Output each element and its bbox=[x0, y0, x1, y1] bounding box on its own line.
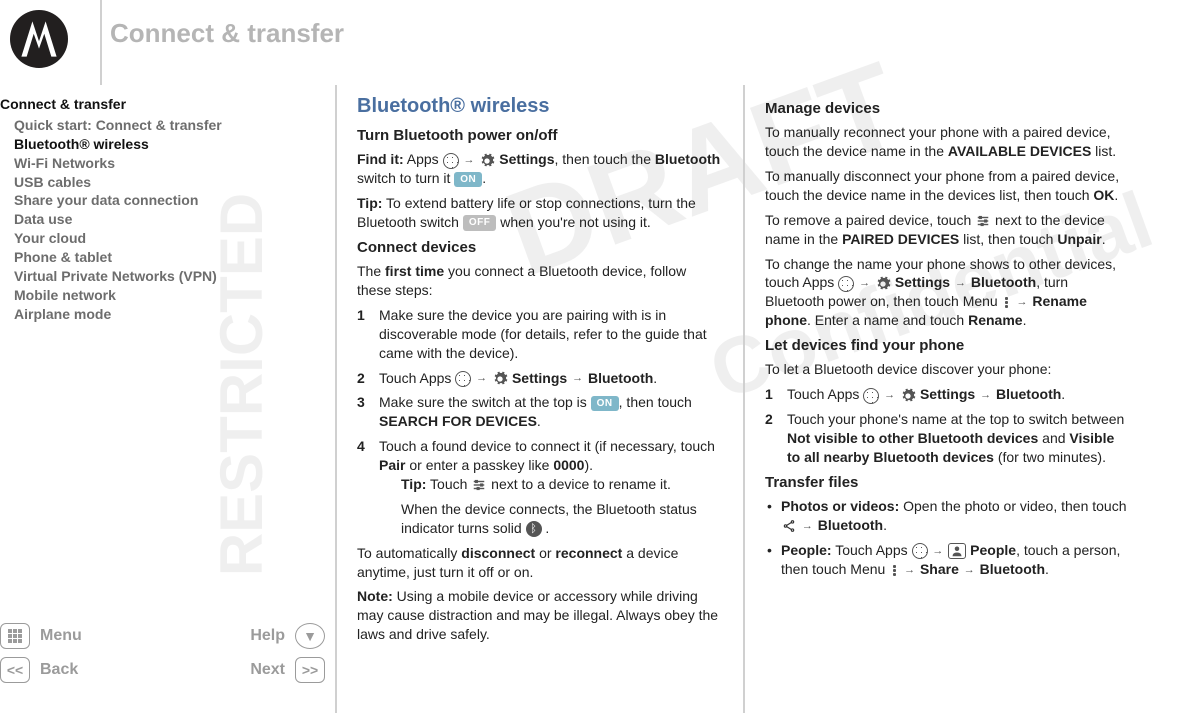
menu-dots-icon bbox=[889, 562, 899, 578]
apps-icon bbox=[443, 153, 459, 169]
arrow-icon: → bbox=[1016, 296, 1029, 308]
nav-item-data-use[interactable]: Data use bbox=[0, 210, 325, 229]
menu-dots-icon bbox=[1002, 295, 1012, 311]
lf-step-1: Touch Apps → Settings → Bluetooth. bbox=[765, 385, 1131, 404]
heading-bluetooth-wireless: Bluetooth® wireless bbox=[357, 93, 723, 120]
arrow-icon: → bbox=[475, 372, 488, 384]
heading-turn-power: Turn Bluetooth power on/off bbox=[357, 126, 723, 146]
step-1: Make sure the device you are pairing wit… bbox=[357, 306, 723, 363]
nav-item-mobile-network[interactable]: Mobile network bbox=[0, 286, 325, 305]
nav-item-share-data[interactable]: Share your data connection bbox=[0, 191, 325, 210]
header: Connect & transfer bbox=[0, 0, 1178, 85]
menu-grid-icon[interactable] bbox=[0, 623, 30, 649]
arrow-icon: → bbox=[462, 154, 475, 166]
find-it-label: Find it: bbox=[357, 151, 404, 167]
header-divider bbox=[100, 0, 102, 85]
share-icon bbox=[781, 518, 797, 534]
first-time-line: The first time you connect a Bluetooth d… bbox=[357, 262, 723, 300]
nav-item-quick-start[interactable]: Quick start: Connect & transfer bbox=[0, 116, 325, 135]
bullet-photos: Photos or videos: Open the photo or vide… bbox=[765, 497, 1131, 535]
manage-p2: To manually disconnect your phone from a… bbox=[765, 167, 1131, 205]
find-it-line: Find it: Apps → Settings, then touch the… bbox=[357, 150, 723, 188]
content-column-1: Bluetooth® wireless Turn Bluetooth power… bbox=[337, 85, 743, 713]
connect-steps: Make sure the device you are pairing wit… bbox=[357, 306, 723, 538]
sliders-icon bbox=[471, 477, 487, 493]
page-title: Connect & transfer bbox=[110, 18, 344, 49]
step-4: Touch a found device to connect it (if n… bbox=[357, 437, 723, 537]
next-button[interactable]: Next bbox=[215, 661, 285, 679]
on-pill: ON bbox=[591, 396, 619, 412]
note-line: Note: Using a mobile device or accessory… bbox=[357, 587, 723, 644]
apps-icon bbox=[455, 371, 471, 387]
bullet-people: People: Touch Apps → People, touch a per… bbox=[765, 541, 1131, 579]
arrow-icon: → bbox=[979, 389, 992, 401]
nav-item-phone-tablet[interactable]: Phone & tablet bbox=[0, 248, 325, 267]
nav-item-airplane[interactable]: Airplane mode bbox=[0, 305, 325, 324]
sliders-icon bbox=[975, 213, 991, 229]
let-find-intro: To let a Bluetooth device discover your … bbox=[765, 360, 1131, 379]
sidebar: Connect & transfer Quick start: Connect … bbox=[0, 85, 335, 713]
help-down-icon[interactable]: ▼ bbox=[295, 623, 325, 649]
arrow-icon: → bbox=[931, 545, 944, 557]
disconnect-line: To automatically disconnect or reconnect… bbox=[357, 544, 723, 582]
back-button[interactable]: Back bbox=[40, 661, 110, 679]
gear-icon bbox=[479, 153, 495, 169]
help-button[interactable]: Help bbox=[215, 627, 285, 645]
lf-step-2: Touch your phone's name at the top to sw… bbox=[765, 410, 1131, 467]
step-2: Touch Apps → Settings → Bluetooth. bbox=[357, 369, 723, 388]
heading-let-find: Let devices find your phone bbox=[765, 336, 1131, 356]
heading-connect-devices: Connect devices bbox=[357, 238, 723, 258]
nav-item-cloud[interactable]: Your cloud bbox=[0, 229, 325, 248]
apps-icon bbox=[912, 543, 928, 559]
gear-icon bbox=[900, 388, 916, 404]
transfer-bullets: Photos or videos: Open the photo or vide… bbox=[765, 497, 1131, 579]
arrow-icon: → bbox=[883, 389, 896, 401]
footer-nav: Menu Help ▼ << Back Next >> bbox=[0, 615, 325, 703]
tip-line: Tip: To extend battery life or stop conn… bbox=[357, 194, 723, 232]
arrow-icon: → bbox=[903, 564, 916, 576]
nav-item-vpn[interactable]: Virtual Private Networks (VPN) bbox=[0, 267, 325, 286]
step-4-tip: Tip: Touch next to a device to rename it… bbox=[379, 475, 723, 494]
step-4-solid: When the device connects, the Bluetooth … bbox=[379, 500, 723, 538]
manage-p3: To remove a paired device, touch next to… bbox=[765, 211, 1131, 249]
nav-item-bluetooth[interactable]: Bluetooth® wireless bbox=[0, 135, 325, 154]
back-icon[interactable]: << bbox=[0, 657, 30, 683]
step-3: Make sure the switch at the top is ON, t… bbox=[357, 393, 723, 431]
manage-p1: To manually reconnect your phone with a … bbox=[765, 123, 1131, 161]
nav-item-usb[interactable]: USB cables bbox=[0, 173, 325, 192]
heading-manage-devices: Manage devices bbox=[765, 99, 1131, 119]
bluetooth-solid-icon: ᛒ bbox=[526, 521, 542, 537]
next-icon[interactable]: >> bbox=[295, 657, 325, 683]
motorola-logo bbox=[10, 10, 68, 68]
off-pill: OFF bbox=[463, 215, 497, 231]
heading-transfer-files: Transfer files bbox=[765, 473, 1131, 493]
content-column-2: Manage devices To manually reconnect you… bbox=[745, 85, 1151, 713]
arrow-icon: → bbox=[954, 277, 967, 289]
gear-icon bbox=[492, 371, 508, 387]
let-find-steps: Touch Apps → Settings → Bluetooth. Touch… bbox=[765, 385, 1131, 467]
gear-icon bbox=[875, 276, 891, 292]
nav: Connect & transfer Quick start: Connect … bbox=[0, 95, 325, 324]
apps-icon bbox=[863, 388, 879, 404]
settings-bold: Settings bbox=[499, 151, 554, 167]
manage-p4: To change the name your phone shows to o… bbox=[765, 255, 1131, 331]
arrow-icon: → bbox=[571, 372, 584, 384]
nav-item-wifi[interactable]: Wi-Fi Networks bbox=[0, 154, 325, 173]
arrow-icon: → bbox=[858, 277, 871, 289]
on-pill: ON bbox=[454, 172, 482, 188]
people-icon bbox=[948, 543, 966, 559]
arrow-icon: → bbox=[801, 520, 814, 532]
nav-section-title[interactable]: Connect & transfer bbox=[0, 95, 325, 114]
apps-icon bbox=[838, 276, 854, 292]
arrow-icon: → bbox=[963, 564, 976, 576]
menu-button[interactable]: Menu bbox=[40, 627, 110, 645]
